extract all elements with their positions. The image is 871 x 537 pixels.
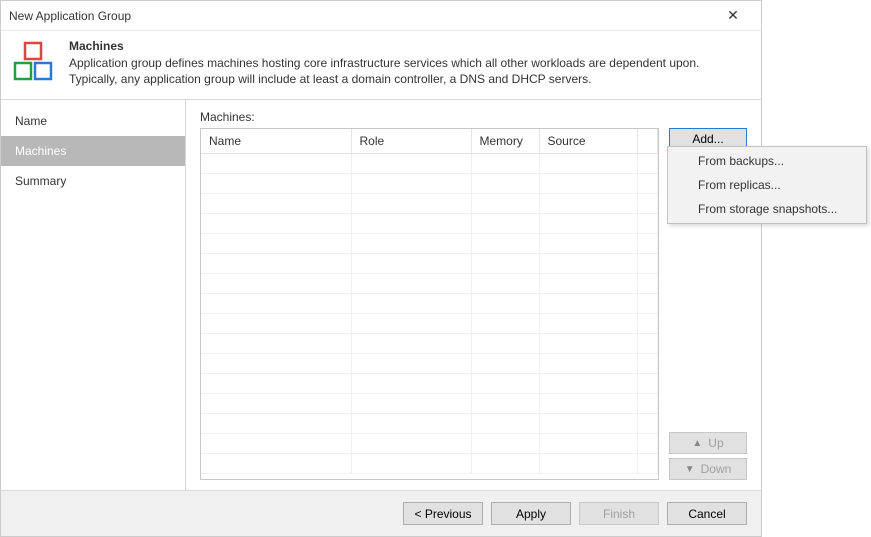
header-text: Machines Application group defines machi…: [69, 39, 749, 87]
table-row[interactable]: [201, 233, 658, 253]
menu-item-label: From replicas...: [698, 178, 781, 192]
table-row[interactable]: [201, 253, 658, 273]
col-role[interactable]: Role: [351, 129, 471, 153]
sidebar-item-label: Summary: [15, 174, 66, 188]
table-row[interactable]: [201, 353, 658, 373]
col-spacer: [638, 129, 658, 153]
table-row[interactable]: [201, 393, 658, 413]
menu-item-from-storage-snapshots[interactable]: From storage snapshots...: [670, 197, 864, 221]
table-body: [201, 153, 658, 473]
finish-button[interactable]: Finish: [579, 502, 659, 525]
machines-label: Machines:: [200, 110, 747, 124]
table-row[interactable]: [201, 173, 658, 193]
close-button[interactable]: ✕: [713, 2, 753, 30]
arrow-up-icon: ▲: [692, 438, 702, 449]
header: Machines Application group defines machi…: [1, 31, 761, 100]
table-row[interactable]: [201, 453, 658, 473]
window-title: New Application Group: [9, 9, 713, 23]
table-row[interactable]: [201, 213, 658, 233]
table-row[interactable]: [201, 153, 658, 173]
table-row[interactable]: [201, 313, 658, 333]
previous-button[interactable]: < Previous: [403, 502, 483, 525]
menu-item-from-backups[interactable]: From backups...: [670, 149, 864, 173]
col-source[interactable]: Source: [539, 129, 638, 153]
table-row[interactable]: [201, 433, 658, 453]
content-row: Name Role Memory Source: [200, 128, 747, 480]
add-dropdown-menu: From backups... From replicas... From st…: [667, 146, 867, 224]
machines-table-wrap: Name Role Memory Source: [200, 128, 659, 480]
add-button-label: Add...: [692, 132, 723, 146]
table-row[interactable]: [201, 293, 658, 313]
previous-button-label: < Previous: [414, 507, 471, 521]
header-title: Machines: [69, 39, 749, 53]
menu-item-from-replicas[interactable]: From replicas...: [670, 173, 864, 197]
table-row[interactable]: [201, 193, 658, 213]
table-row[interactable]: [201, 373, 658, 393]
finish-button-label: Finish: [603, 507, 635, 521]
cancel-button-label: Cancel: [688, 507, 725, 521]
col-name[interactable]: Name: [201, 129, 351, 153]
sidebar-item-summary[interactable]: Summary: [1, 166, 185, 196]
sidebar-item-machines[interactable]: Machines: [1, 136, 185, 166]
arrow-down-icon: ▼: [685, 464, 695, 475]
table-row[interactable]: [201, 273, 658, 293]
sidebar: Name Machines Summary: [1, 100, 186, 490]
footer: < Previous Apply Finish Cancel: [1, 490, 761, 536]
table-row[interactable]: [201, 413, 658, 433]
up-button-label: Up: [708, 436, 723, 450]
apply-button-label: Apply: [516, 507, 546, 521]
down-button[interactable]: ▼ Down: [669, 458, 747, 480]
body: Name Machines Summary Machines:: [1, 100, 761, 490]
machines-table: Name Role Memory Source: [201, 129, 658, 474]
titlebar: New Application Group ✕: [1, 1, 761, 31]
dialog-window: New Application Group ✕ Machines Applica…: [0, 0, 762, 537]
sidebar-item-label: Machines: [15, 144, 66, 158]
sidebar-item-name[interactable]: Name: [1, 106, 185, 136]
menu-item-label: From storage snapshots...: [698, 202, 837, 216]
menu-item-label: From backups...: [698, 154, 784, 168]
close-icon: ✕: [727, 7, 739, 24]
table-row[interactable]: [201, 333, 658, 353]
col-memory[interactable]: Memory: [471, 129, 539, 153]
up-button[interactable]: ▲ Up: [669, 432, 747, 454]
sidebar-item-label: Name: [15, 114, 47, 128]
machines-icon: [13, 41, 55, 83]
cancel-button[interactable]: Cancel: [667, 502, 747, 525]
apply-button[interactable]: Apply: [491, 502, 571, 525]
header-description: Application group defines machines hosti…: [69, 55, 749, 87]
down-button-label: Down: [701, 462, 732, 476]
